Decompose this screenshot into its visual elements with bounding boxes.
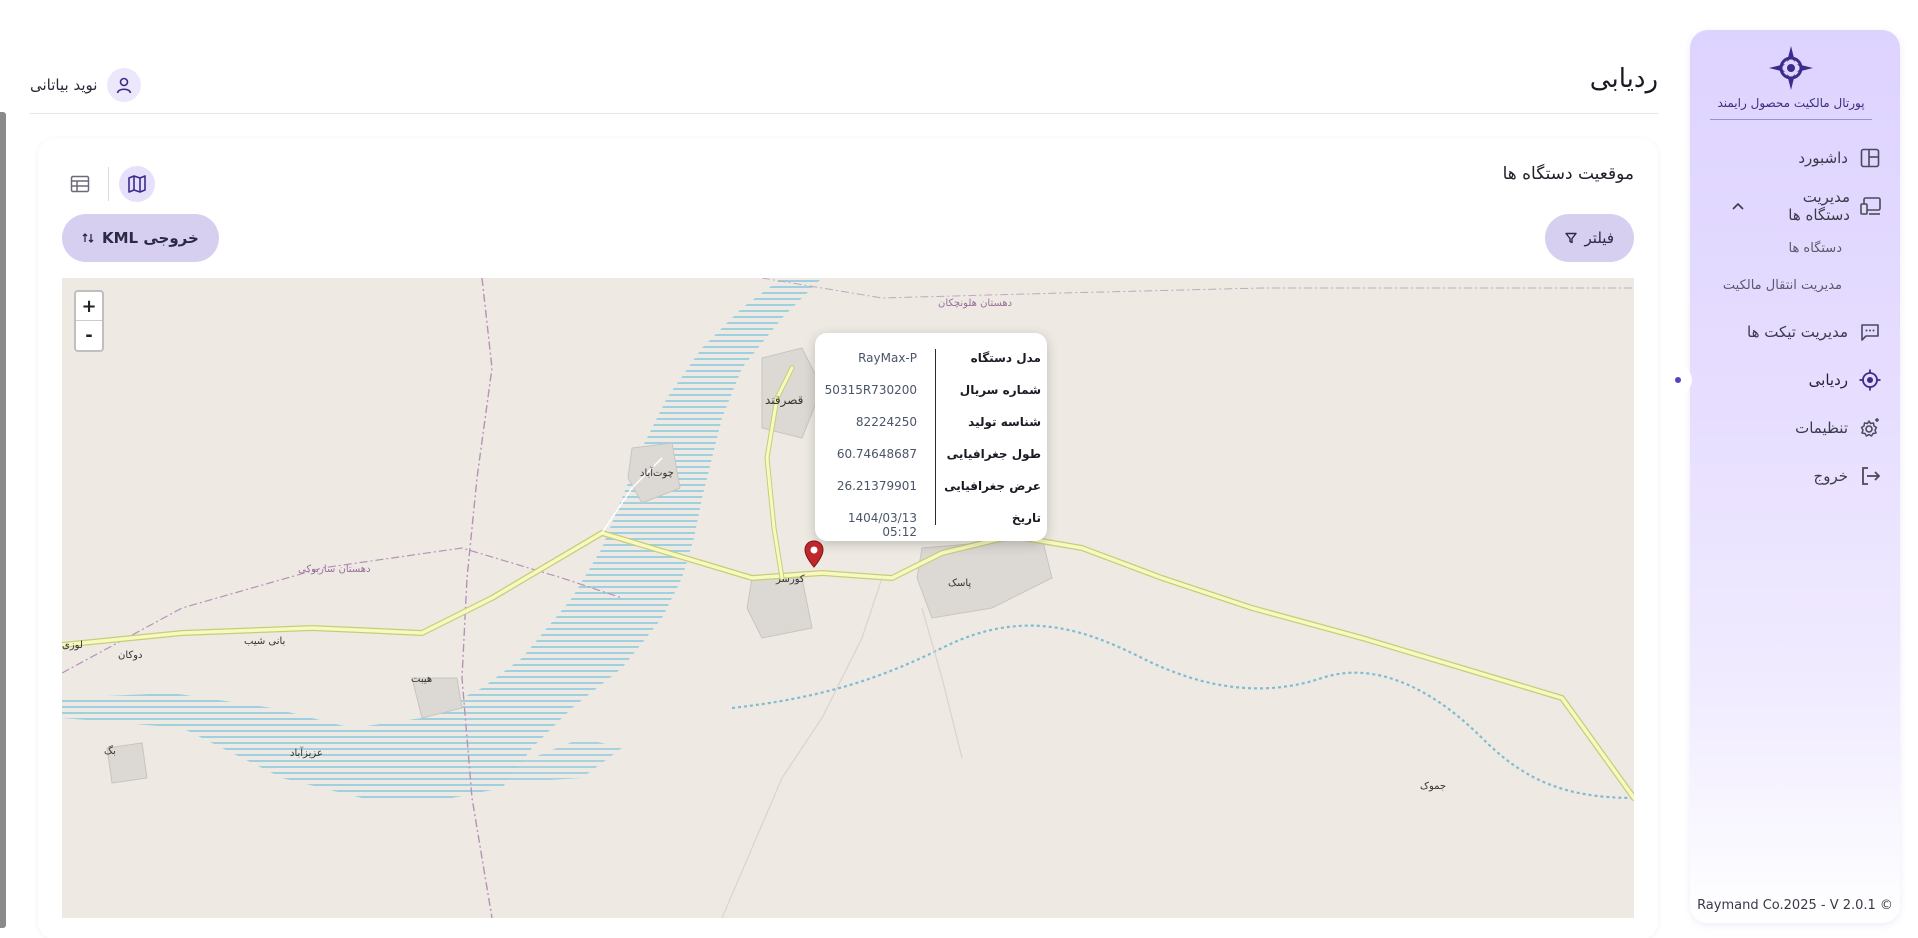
map-label-azizabad: عزیزآباد — [290, 748, 323, 759]
popup-value: 26.21379901 — [836, 479, 917, 493]
sidebar-item-label: ردیابی — [1808, 371, 1848, 389]
page-header: ردیابی نوید بیاتانی — [30, 56, 1658, 114]
popup-row-latitude: عرض جغرافیایی 26.21379901 — [815, 473, 1047, 505]
device-location-card: موقعیت دستگاه ها فیلتر خروجی KML قصرقند … — [38, 138, 1658, 938]
popup-key: شماره سریال — [959, 383, 1041, 397]
popup-value: 82224250 — [855, 415, 917, 429]
popup-key: عرض جغرافیایی — [944, 479, 1041, 493]
sidebar-nav: داشبورد مدیریت دستگاه ها دستگاه ها مدیری… — [1664, 134, 1882, 500]
map-label-bag: بگ — [104, 746, 116, 757]
sidebar-item-label: تنظیمات — [1795, 419, 1848, 437]
sort-icon — [82, 233, 94, 243]
zoom-out-button[interactable]: - — [76, 321, 102, 350]
map-label-lawzi: لوزی — [62, 640, 83, 651]
map-label-dehestan-sarbuki: دهستان ساربوکی — [298, 564, 371, 575]
map-label-kursar: کورسر — [776, 574, 805, 585]
filter-label: فیلتر — [1584, 229, 1614, 247]
map-label-dukan: دوکان — [118, 650, 143, 661]
map-label-haybat: هیبت — [411, 674, 433, 685]
page-scrollbar[interactable] — [0, 112, 6, 928]
map-label-pask: پاسک — [948, 578, 972, 589]
devices-icon — [1860, 194, 1882, 218]
tickets-icon — [1858, 320, 1882, 344]
popup-value: 60.74648687 — [836, 447, 917, 461]
map-label-dehestan-holunchakan: دهستان هلونچکان — [938, 298, 1013, 309]
popup-row-model: مدل دستگاه RayMax-P — [815, 345, 1047, 377]
sidebar-item-label: داشبورد — [1798, 149, 1848, 167]
popup-row-longitude: طول جغرافیایی 60.74648687 — [815, 441, 1047, 473]
device-popup: مدل دستگاه RayMax-P شماره سریال 50315R73… — [815, 333, 1047, 541]
map-label-banishib: بانی شیب — [244, 636, 286, 647]
logout-icon — [1858, 464, 1882, 488]
sidebar-item-logout[interactable]: خروج — [1702, 452, 1882, 500]
map-view[interactable]: قصرقند چوت‌آباد کورسر پاسک هیبت عزیزآباد… — [62, 278, 1634, 918]
sidebar-subitem-devices[interactable]: دستگاه ها — [1702, 230, 1882, 267]
chevron-up-icon[interactable] — [1732, 198, 1744, 214]
sidebar: پورتال مالکیت محصول رایمند داشبورد مدیری… — [1664, 30, 1900, 923]
user-menu[interactable]: نوید بیاتانی — [30, 68, 142, 102]
map-label-chotabad: چوت‌آباد — [640, 468, 674, 479]
sidebar-item-tickets[interactable]: مدیریت تیکت ها — [1702, 308, 1882, 356]
dashboard-icon — [1858, 146, 1882, 170]
filter-icon — [1564, 232, 1577, 244]
active-indicator — [1664, 366, 1692, 394]
sidebar-item-tracking[interactable]: ردیابی — [1664, 356, 1882, 404]
table-icon — [70, 175, 90, 193]
export-kml-label: خروجی KML — [102, 229, 199, 247]
card-title: موقعیت دستگاه ها — [1502, 164, 1634, 184]
sidebar-item-label: مدیریت تیکت ها — [1747, 323, 1848, 341]
tracking-icon — [1858, 368, 1882, 392]
map-icon — [128, 175, 146, 193]
sidebar-item-label: مدیریت دستگاه ها — [1788, 188, 1850, 224]
map-view-button[interactable] — [119, 166, 155, 202]
sidebar-item-settings[interactable]: تنظیمات — [1702, 404, 1882, 452]
popup-value: 1404/03/13 05:12 — [847, 511, 917, 539]
popup-value: 50315R730200 — [824, 383, 917, 397]
popup-value: RayMax-P — [858, 351, 917, 365]
popup-row-production-id: شناسه تولید 82224250 — [815, 409, 1047, 441]
map-label-qasrqand: قصرقند — [765, 393, 804, 407]
map-marker-icon[interactable] — [804, 540, 824, 568]
filter-button[interactable]: فیلتر — [1544, 214, 1634, 262]
zoom-in-button[interactable]: + — [76, 292, 102, 321]
user-name: نوید بیاتانی — [30, 76, 98, 94]
export-kml-button[interactable]: خروجی KML — [62, 214, 219, 262]
toggle-divider — [108, 167, 109, 201]
table-view-button[interactable] — [62, 166, 98, 202]
sidebar-subitem-ownership-transfer[interactable]: مدیریت انتقال مالکیت — [1702, 267, 1882, 304]
sidebar-item-device-management[interactable]: مدیریت دستگاه ها — [1702, 182, 1882, 230]
map-label-jamuk: جموک — [1420, 781, 1447, 792]
popup-row-serial: شماره سریال 50315R730200 — [815, 377, 1047, 409]
sidebar-item-dashboard[interactable]: داشبورد — [1702, 134, 1882, 182]
user-icon — [107, 68, 142, 102]
brand-name: پورتال مالکیت محصول رایمند — [1717, 96, 1865, 110]
popup-key: مدل دستگاه — [970, 351, 1041, 365]
page-title: ردیابی — [1589, 64, 1658, 94]
copyright: Raymand Co.2025 - V 2.0.1 © — [1697, 898, 1893, 913]
popup-key: شناسه تولید — [968, 415, 1041, 429]
zoom-control: + - — [74, 290, 104, 352]
popup-row-date: تاریخ 1404/03/13 05:12 — [815, 505, 1047, 539]
sidebar-item-label: خروج — [1813, 467, 1848, 485]
logo-icon — [1769, 46, 1813, 90]
settings-icon — [1858, 416, 1882, 440]
popup-key: تاریخ — [1011, 511, 1041, 525]
view-toggle — [62, 166, 155, 202]
brand: پورتال مالکیت محصول رایمند — [1710, 40, 1872, 120]
popup-key: طول جغرافیایی — [946, 447, 1041, 461]
